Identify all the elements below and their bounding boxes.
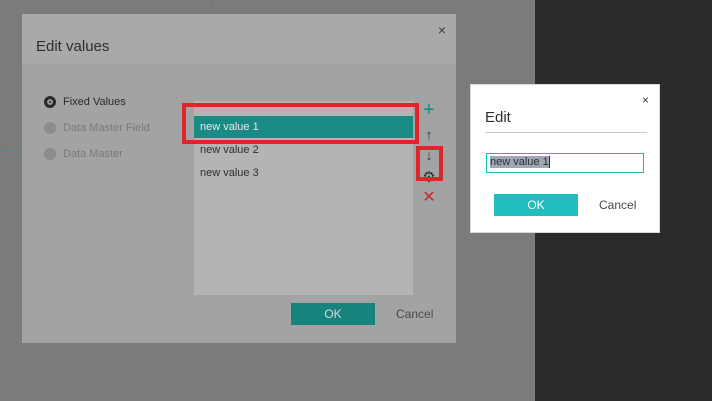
list-item[interactable]: new value 2 xyxy=(194,139,413,161)
ok-button[interactable]: OK xyxy=(494,194,578,216)
option-data-master-field[interactable]: Data Master Field xyxy=(44,122,150,134)
move-down-icon[interactable]: ↓ xyxy=(421,148,437,164)
radio-unchecked-icon[interactable] xyxy=(44,122,56,134)
add-icon[interactable]: + xyxy=(421,100,437,120)
option-label: Data Master Field xyxy=(63,122,150,134)
option-label: Fixed Values xyxy=(63,96,126,108)
dialog-title: Edit values xyxy=(36,38,110,55)
background-guide-line xyxy=(0,151,22,152)
values-list: new value 1 new value 2 new value 3 xyxy=(194,101,413,295)
close-icon[interactable]: × xyxy=(438,22,446,38)
edit-values-dialog: Edit values × Fixed Values Data Master F… xyxy=(22,14,456,343)
dialog-title: Edit xyxy=(485,109,511,126)
dialog-header: Edit values × xyxy=(22,14,456,64)
divider xyxy=(485,132,647,133)
gear-icon[interactable]: ⚙ xyxy=(421,170,437,186)
cancel-button[interactable]: Cancel xyxy=(599,198,636,212)
move-up-icon[interactable]: ↑ xyxy=(421,128,437,144)
edit-dialog: × Edit new value 1 OK Cancel xyxy=(470,84,660,233)
background-guide-line xyxy=(211,0,212,14)
option-fixed-values[interactable]: Fixed Values xyxy=(44,96,126,108)
dialog-body: Fixed Values Data Master Field Data Mast… xyxy=(22,64,456,343)
radio-unchecked-icon[interactable] xyxy=(44,148,56,160)
radio-checked-icon[interactable] xyxy=(44,96,56,108)
value-input[interactable]: new value 1 xyxy=(486,153,644,173)
list-item[interactable]: new value 1 xyxy=(194,116,413,138)
option-data-master[interactable]: Data Master xyxy=(44,148,123,160)
close-icon[interactable]: × xyxy=(642,93,649,107)
option-label: Data Master xyxy=(63,148,123,160)
ok-button[interactable]: OK xyxy=(291,303,375,325)
cancel-button[interactable]: Cancel xyxy=(396,307,433,321)
selected-text: new value 1 xyxy=(490,156,549,168)
list-item[interactable]: new value 3 xyxy=(194,162,413,184)
text-caret xyxy=(548,156,550,169)
delete-icon[interactable]: ✕ xyxy=(421,190,437,206)
